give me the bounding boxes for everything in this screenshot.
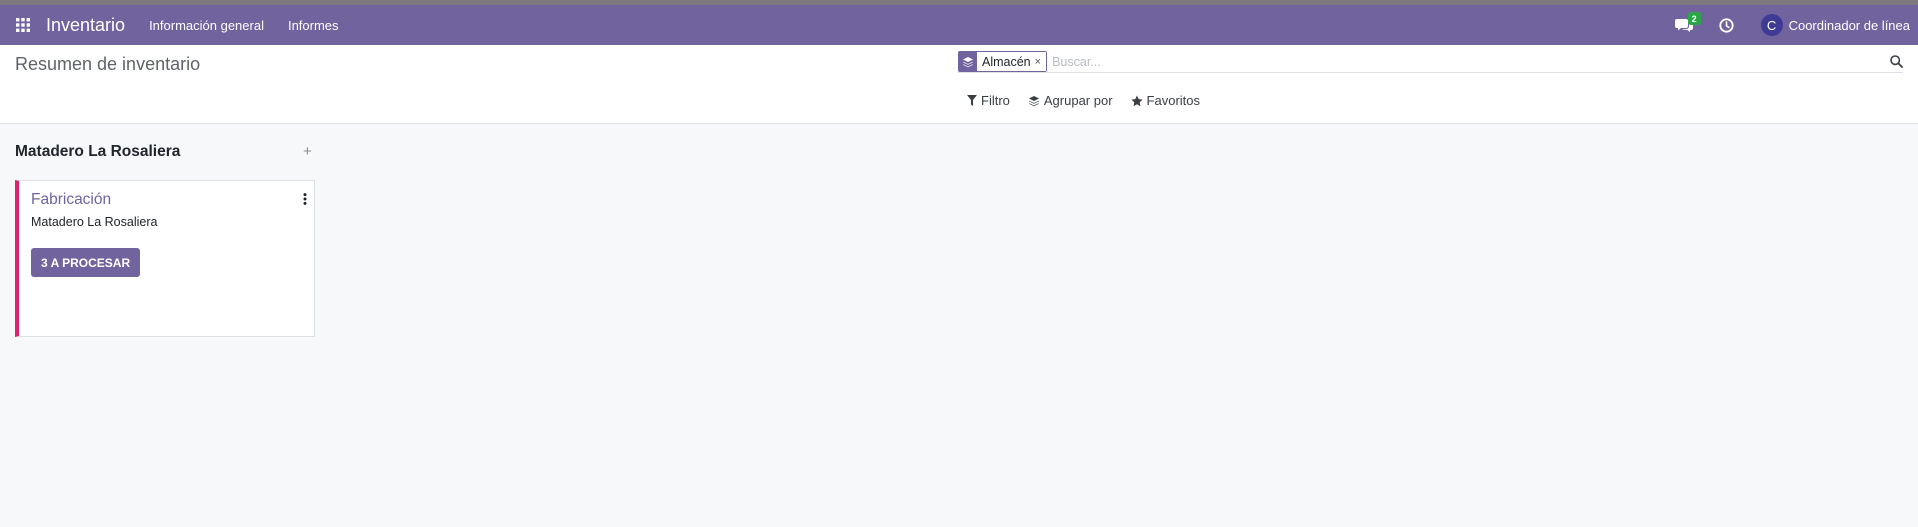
column-add-icon[interactable]: + bbox=[303, 143, 312, 160]
search-bar: Almacén × bbox=[958, 51, 1903, 73]
layers-icon bbox=[1028, 95, 1040, 107]
menu-item-informes[interactable]: Informes bbox=[288, 18, 339, 33]
facet-remove-icon[interactable]: × bbox=[1034, 52, 1047, 71]
layers-icon bbox=[959, 52, 977, 71]
groupby-button[interactable]: Agrupar por bbox=[1028, 93, 1113, 108]
clock-icon bbox=[1718, 17, 1734, 33]
card-subtitle: Matadero La Rosaliera bbox=[31, 215, 158, 229]
apps-grid-icon[interactable] bbox=[0, 5, 46, 45]
menu-item-informacion-general[interactable]: Información general bbox=[149, 18, 264, 33]
filter-label: Filtro bbox=[981, 93, 1010, 108]
card-title[interactable]: Fabricación bbox=[31, 191, 111, 209]
filter-icon bbox=[967, 95, 977, 106]
user-name: Coordinador de línea bbox=[1788, 17, 1910, 33]
star-icon bbox=[1130, 95, 1143, 107]
search-input[interactable] bbox=[1052, 51, 1881, 72]
top-navbar: Inventario Información general Informes … bbox=[0, 5, 1918, 45]
favorites-button[interactable]: Favoritos bbox=[1130, 93, 1201, 108]
messages-button[interactable]: 2 bbox=[1674, 5, 1719, 45]
app-brand[interactable]: Inventario bbox=[46, 15, 125, 36]
systray: 2 C Coordinador de línea bbox=[1674, 5, 1918, 45]
page-title: Resumen de inventario bbox=[15, 54, 201, 74]
filter-button[interactable]: Filtro bbox=[967, 93, 1010, 108]
messages-count-badge: 2 bbox=[1687, 12, 1701, 25]
kanban-card[interactable]: Fabricación Matadero La Rosaliera 3 A PR… bbox=[15, 180, 315, 337]
kanban-column-title: Matadero La Rosaliera bbox=[15, 143, 181, 160]
search-options: Filtro Agrupar por Favoritos bbox=[967, 93, 1200, 108]
search-facet-almacen[interactable]: Almacén × bbox=[958, 51, 1048, 72]
control-panel: Resumen de inventario Almacén × Buscar..… bbox=[0, 45, 1918, 124]
groupby-label: Agrupar por bbox=[1043, 93, 1113, 108]
favorites-label: Favoritos bbox=[1146, 93, 1201, 108]
user-menu[interactable]: C Coordinador de línea bbox=[1760, 5, 1910, 45]
activities-button[interactable] bbox=[1718, 5, 1753, 45]
avatar: C bbox=[1760, 14, 1783, 36]
kebab-menu-icon[interactable] bbox=[297, 189, 313, 209]
search-icon[interactable] bbox=[1881, 55, 1903, 68]
to-process-button[interactable]: 3 A PROCESAR bbox=[31, 248, 141, 277]
search-facet-value: Almacén bbox=[977, 52, 1035, 71]
